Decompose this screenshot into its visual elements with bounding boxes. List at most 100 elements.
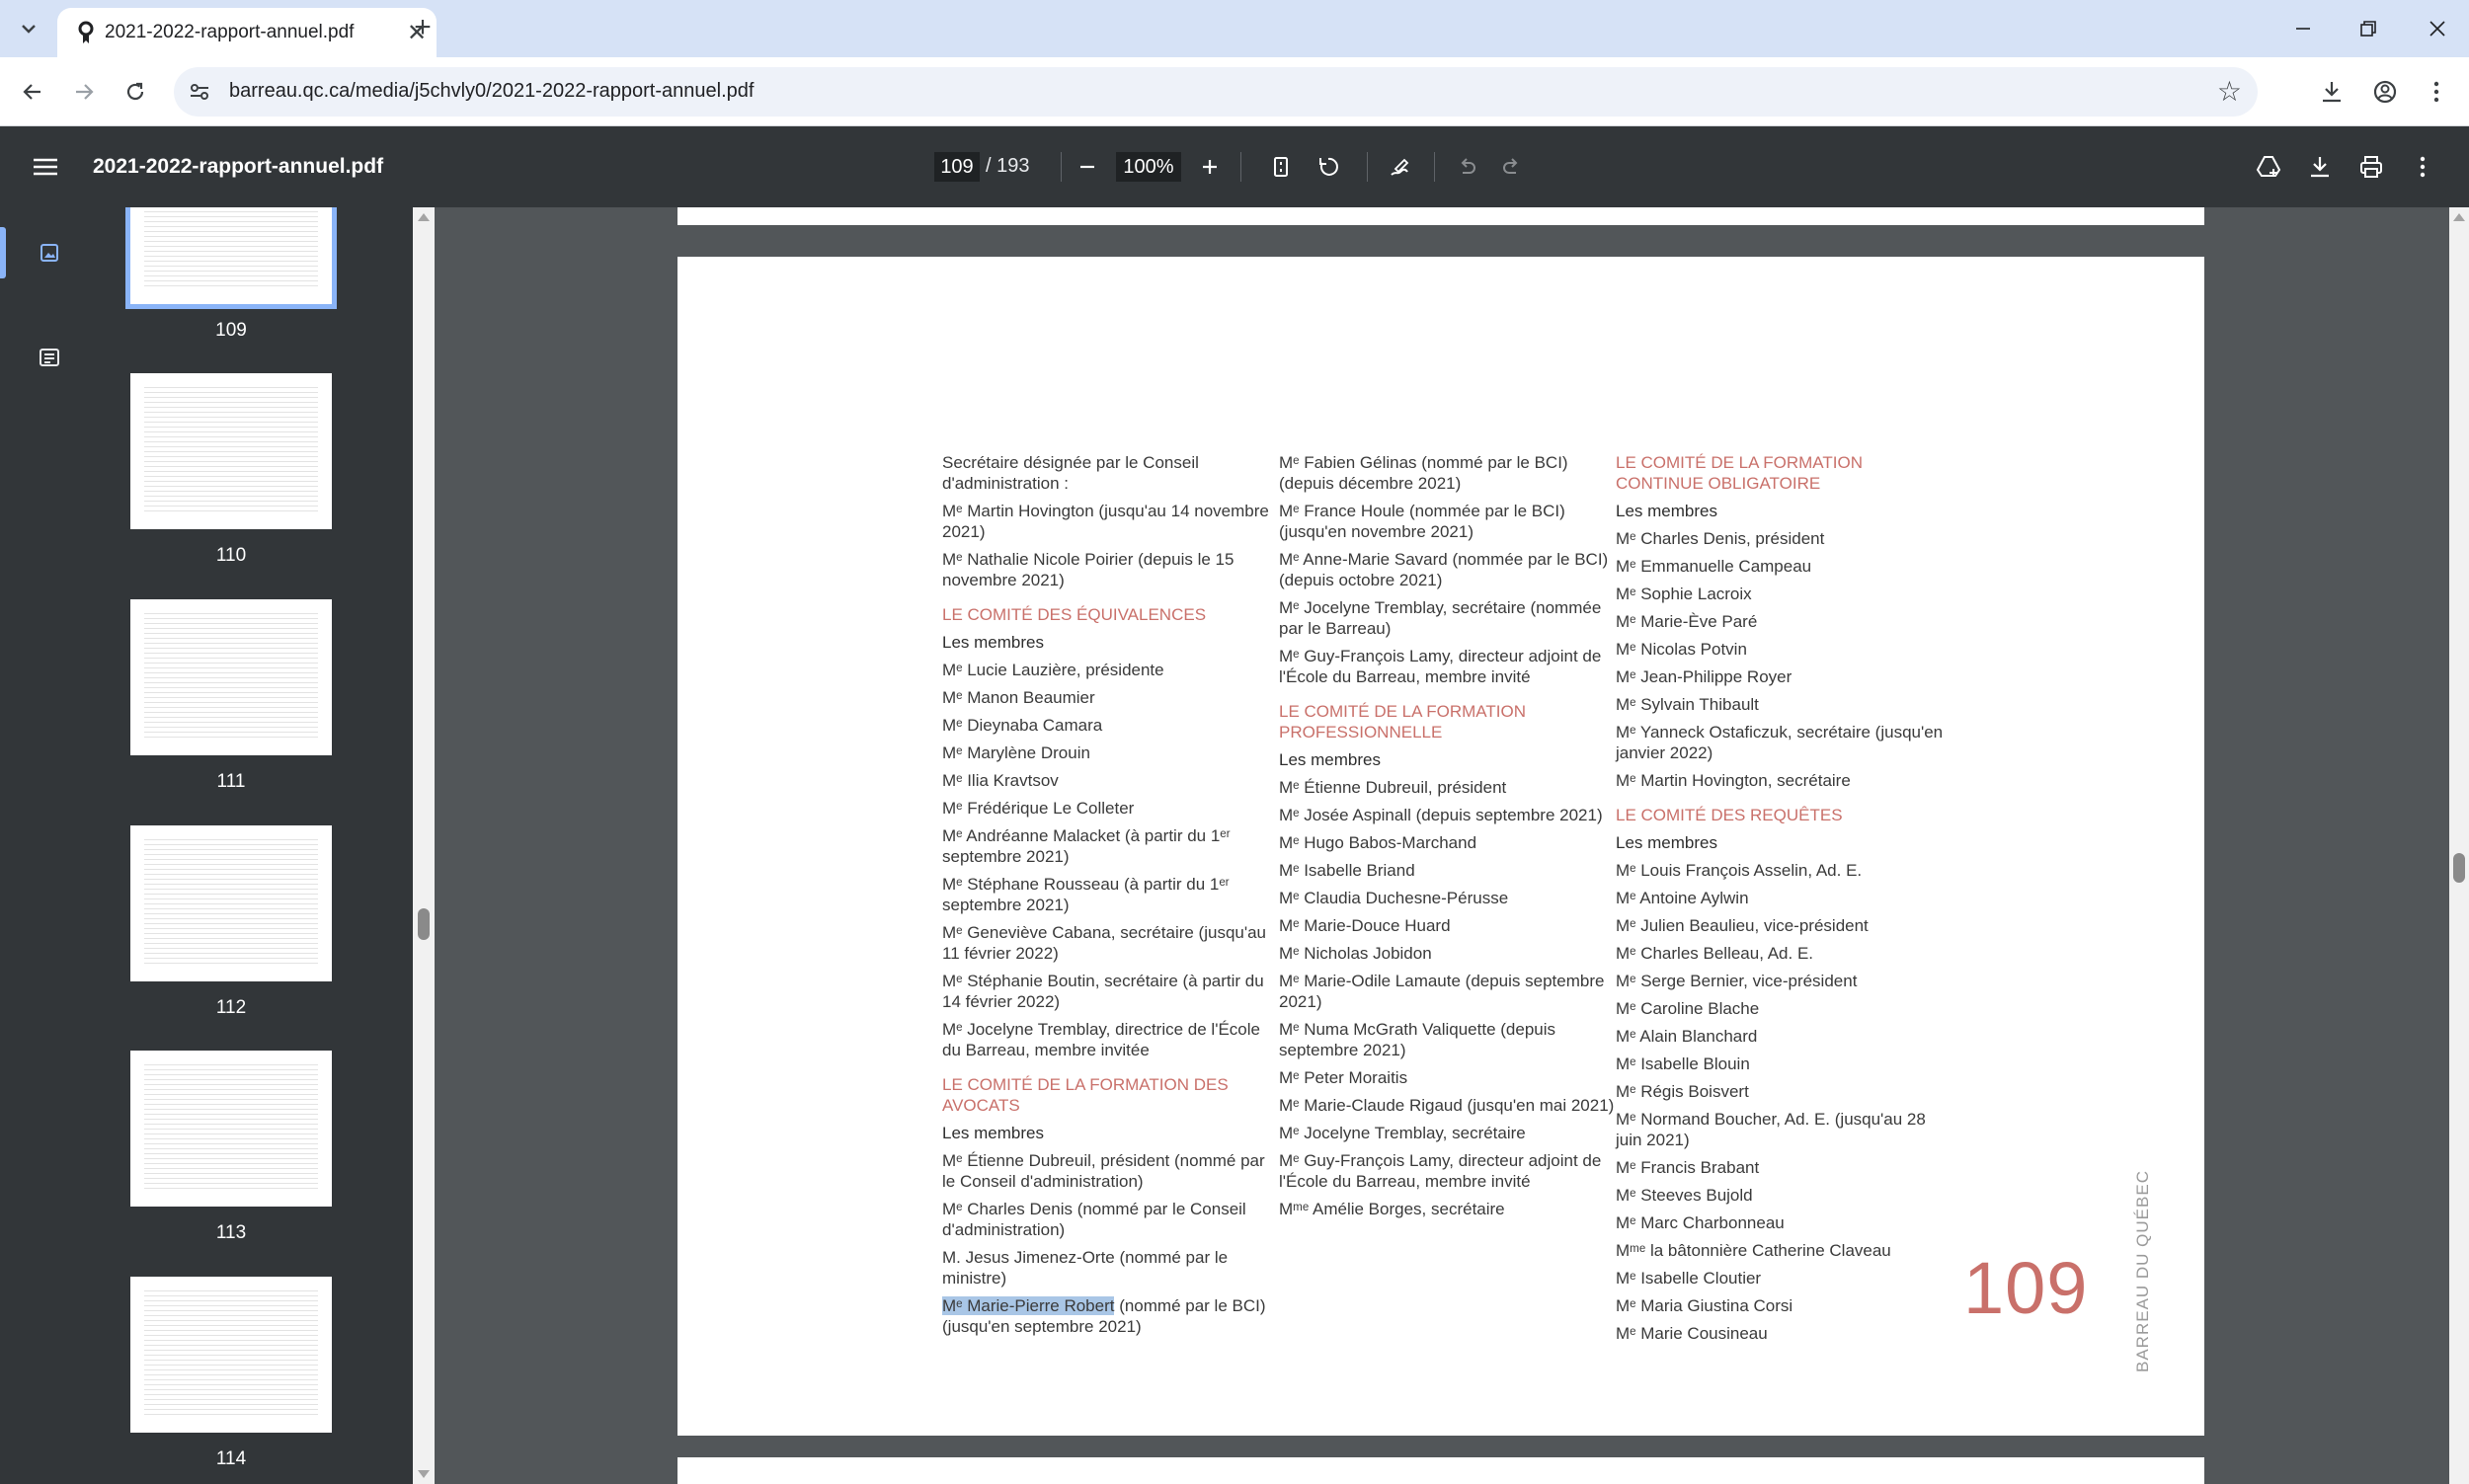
text-line: Mᵉ Julien Beaulieu, vice-président — [1616, 916, 1869, 935]
page-number-input[interactable]: 109 — [934, 152, 980, 182]
site-favicon-icon — [78, 21, 94, 43]
zoom-in-button[interactable] — [1191, 148, 1229, 186]
downloads-button[interactable] — [2313, 73, 2350, 111]
text-line: Mᵉ Sylvain Thibault — [1616, 695, 1759, 714]
scroll-up-icon[interactable] — [418, 213, 430, 221]
redo-button[interactable] — [1493, 148, 1531, 186]
rotate-icon — [1319, 157, 1338, 176]
sidebar-scrollbar[interactable] — [413, 207, 435, 1484]
fit-page-button[interactable] — [1262, 148, 1300, 186]
page-column-1: Secrétaire désignée par le Conseil d'adm… — [942, 452, 1278, 1344]
text-line: Mᵉ Steeves Bujold — [1616, 1186, 1753, 1205]
text-line: Mᵉ Sophie Lacroix — [1616, 585, 1752, 603]
reload-icon — [126, 82, 144, 101]
text-line: Mᵉ Charles Denis (nommé par le Conseil d… — [942, 1200, 1246, 1239]
image-icon — [40, 244, 58, 262]
text-line: Mᵉ Jocelyne Tremblay, secrétaire (nommée… — [1279, 598, 1602, 638]
tab-active[interactable]: 2021-2022-rapport-annuel.pdf ✕ — [57, 8, 437, 57]
annotate-button[interactable] — [1381, 148, 1418, 186]
text-line: Mᵉ Marie Cousineau — [1616, 1324, 1768, 1343]
text-line: Mᵉ Ilia Kravtsov — [942, 771, 1059, 790]
minus-icon — [1080, 165, 1094, 169]
browser-menu-button[interactable] — [2418, 73, 2455, 111]
text-line: Mᵉ Étienne Dubreuil, président (nommé pa… — [942, 1151, 1265, 1191]
minimize-button[interactable] — [2283, 10, 2323, 47]
thumbnail-page[interactable] — [130, 1277, 332, 1433]
text-line: Mᵉ Lucie Lauzière, présidente — [942, 661, 1164, 679]
selected-text[interactable]: Mᵉ Marie-Pierre Robert — [942, 1296, 1115, 1315]
profile-button[interactable] — [2366, 73, 2404, 111]
text-line: Mᵉ Hugo Babos-Marchand — [1279, 833, 1477, 852]
zoom-input[interactable]: 100% — [1116, 152, 1181, 182]
text-line: Mᵉ Andréanne Malacket (à partir du 1ᵉʳ s… — [942, 826, 1231, 866]
back-arrow-icon — [23, 84, 40, 100]
pdf-download-button[interactable] — [2301, 148, 2339, 186]
thumbnail-page[interactable] — [130, 825, 332, 981]
reload-button[interactable] — [117, 73, 154, 111]
subheading: Les membres — [1616, 502, 1717, 520]
restore-icon — [2360, 21, 2376, 37]
pdf-viewer[interactable]: Secrétaire désignée par le Conseil d'adm… — [435, 207, 2449, 1484]
rotate-button[interactable] — [1310, 148, 1347, 186]
text-line: Mᵉ Serge Bernier, vice-président — [1616, 972, 1858, 990]
page-number-label: 109 — [1963, 1247, 2089, 1329]
more-vert-icon — [2433, 81, 2439, 103]
browser-toolbar: barreau.qc.ca/media/j5chvly0/2021-2022-r… — [0, 57, 2469, 126]
text-line: Secrétaire désignée par le Conseil d'adm… — [942, 453, 1199, 493]
bookmark-star-icon[interactable]: ☆ — [2217, 77, 2242, 107]
text-line: Mᵉ France Houle (nommée par le BCI) (jus… — [1279, 502, 1565, 541]
text-line: Mᵉ Josée Aspinall (depuis septembre 2021… — [1279, 806, 1603, 824]
print-button[interactable] — [2352, 148, 2390, 186]
scrollbar-thumb[interactable] — [418, 908, 430, 940]
section-heading: LE COMITÉ DE LA FORMATION CONTINUE OBLIG… — [1616, 453, 1863, 493]
text-line: Mᵉ Marie-Odile Lamaute (depuis septembre… — [1279, 972, 1605, 1011]
restore-button[interactable] — [2349, 10, 2388, 47]
text-line: Mᵉ Guy-François Lamy, directeur adjoint … — [1279, 647, 1602, 686]
thumbnail-label: 113 — [215, 1222, 247, 1243]
text-line: Mᵉ Marie-Douce Huard — [1279, 916, 1451, 935]
close-window-button[interactable] — [2418, 10, 2457, 47]
plus-icon — [1203, 160, 1217, 174]
save-to-drive-button[interactable] — [2250, 148, 2287, 186]
text-line: Mᵉ Nicolas Potvin — [1616, 640, 1747, 659]
drive-add-icon — [2256, 156, 2281, 177]
site-info-icon[interactable] — [188, 80, 211, 104]
pdf-toolbar: 2021-2022-rapport-annuel.pdf 109 / 193 1… — [0, 126, 2469, 207]
download-icon — [2311, 157, 2329, 178]
text-line: Mᵉ Martin Hovington (jusqu'au 14 novembr… — [942, 502, 1269, 541]
chevron-down-icon — [22, 25, 36, 34]
text-line: Mᵉ Régis Boisvert — [1616, 1082, 1749, 1101]
new-tab-button[interactable]: + — [405, 11, 440, 46]
pdf-more-button[interactable] — [2404, 148, 2441, 186]
text-line: Mᵉ Normand Boucher, Ad. E. (jusqu'au 28 … — [1616, 1110, 1926, 1149]
minimize-icon — [2296, 28, 2310, 30]
viewer-scrollbar[interactable] — [2449, 207, 2469, 1484]
back-button[interactable] — [14, 73, 51, 111]
thumbnails-view-button[interactable] — [30, 233, 69, 273]
address-bar[interactable]: barreau.qc.ca/media/j5chvly0/2021-2022-r… — [174, 67, 2258, 117]
thumbnail-page[interactable] — [130, 1051, 332, 1207]
scrollbar-thumb[interactable] — [2453, 853, 2465, 883]
text-line: Mᵉ Martin Hovington, secrétaire — [1616, 771, 1851, 790]
subheading: Les membres — [942, 1124, 1044, 1142]
thumbnail-page[interactable] — [125, 207, 337, 309]
fit-page-icon — [1274, 157, 1288, 177]
menu-icon — [34, 158, 57, 176]
section-heading: LE COMITÉ DE LA FORMATION DES AVOCATS — [942, 1075, 1229, 1115]
thumbnail-page[interactable] — [130, 599, 332, 755]
text-line: Mᵉ Peter Moraitis — [1279, 1068, 1408, 1087]
text-line: Mᵉ Stéphane Rousseau (à partir du 1ᵉʳ se… — [942, 875, 1230, 914]
undo-button[interactable] — [1448, 148, 1485, 186]
outline-view-button[interactable] — [30, 338, 69, 377]
sidebar-toggle-button[interactable] — [28, 152, 63, 182]
forward-button[interactable] — [65, 73, 103, 111]
thumbnail-page[interactable] — [130, 373, 332, 529]
scroll-down-icon[interactable] — [418, 1470, 430, 1478]
zoom-out-button[interactable] — [1069, 148, 1106, 186]
redo-icon — [1503, 158, 1518, 174]
tab-search-button[interactable] — [10, 10, 47, 47]
text-line: Mᵉ Jocelyne Tremblay, directrice de l'Éc… — [942, 1020, 1260, 1059]
scroll-up-icon[interactable] — [2453, 213, 2465, 221]
profile-icon — [2373, 80, 2397, 104]
toolbar-divider — [1367, 152, 1368, 182]
